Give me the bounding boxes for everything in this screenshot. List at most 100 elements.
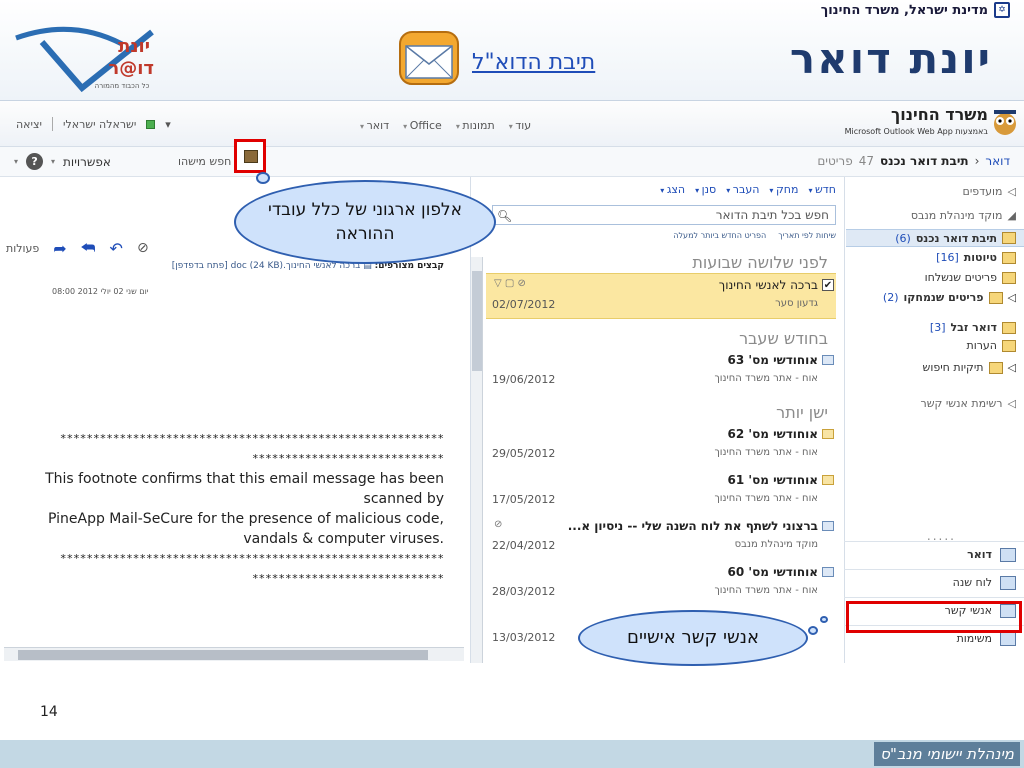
nav-search-folders[interactable]: ◁ תיקיות חיפוש (923, 361, 1016, 374)
message-subject: אוחודשי מס' 60 (727, 565, 818, 579)
mailbox-link[interactable]: תיבת הדוא"ל (472, 50, 595, 75)
nav-junk[interactable]: דואר זבל [3] (930, 321, 1016, 334)
slide-footer: מינהלת יישומי מנב"ס (0, 740, 1024, 768)
options-menu[interactable]: אפשרויות (63, 155, 111, 169)
message-row[interactable]: ✔ ברכה לאנשי החינוך גדעון סער 02/07/2012… (486, 273, 836, 319)
menu-office[interactable]: Office (403, 119, 442, 132)
owl-logo-icon (994, 110, 1016, 135)
logo-text-bottom: דו@ר (108, 58, 154, 79)
tasks-checklist-icon (1000, 631, 1016, 646)
horizontal-scrollbar[interactable] (4, 647, 464, 661)
view-button[interactable]: הצג (660, 183, 685, 196)
collapse-icon[interactable]: ◢ (1008, 209, 1016, 222)
mailbox-search-input[interactable]: חפש בכל תיבת הדואר 🔍︎ (492, 205, 836, 225)
owa-app-name: Microsoft Outlook Web App באמצעות (844, 127, 988, 136)
search-people-input[interactable]: חפש מישהו (178, 155, 231, 168)
attachment-flag-icon[interactable]: ⊘ ▢ ▽ (494, 278, 526, 289)
nav-mailbox-group[interactable]: ◢ מוקד מינהלת מנבס (911, 209, 1016, 222)
menu-mail[interactable]: דואר (360, 119, 390, 132)
nav-contact-list[interactable]: ◁ רשימת אנשי קשר (921, 397, 1016, 410)
message-row[interactable]: ברצוני לשתף את לוח השנה שלי -- ניסיון א.… (486, 515, 836, 561)
message-sender: אוח - אתר משרד החינוך (714, 493, 818, 504)
message-sender: אוח - אתר משרד החינוך (714, 447, 818, 458)
message-unread-icon (822, 475, 834, 485)
message-date: 28/03/2012 (492, 585, 556, 598)
options-chevron-icon[interactable]: ▾ (51, 157, 55, 166)
presence-status-icon[interactable] (146, 119, 156, 129)
help-chevron-icon[interactable]: ▾ (14, 157, 18, 166)
tab-calendar[interactable]: לוח שנה (844, 569, 1024, 595)
address-book-callout: אלפון ארגוני של כלל עובדי ההוראה (234, 180, 496, 264)
actions-menu[interactable]: פעולות (6, 242, 39, 255)
address-book-button[interactable] (234, 139, 266, 173)
nav-sent[interactable]: פריטים שנשלחו (925, 271, 1016, 284)
message-row[interactable]: אוחודשי מס' 63 אוח - אתר משרד החינוך 19/… (486, 349, 836, 395)
help-icon[interactable]: ? (26, 153, 44, 170)
list-toolbar: חדש מחק העבר סנן הצג (660, 183, 836, 196)
message-date: 13/03/2012 (492, 631, 556, 644)
sort-by[interactable]: שיחות לפי תאריך (778, 231, 836, 240)
move-button[interactable]: העבר (726, 183, 760, 196)
nav-notes[interactable]: הערות (966, 339, 1016, 352)
inbox-folder-icon (1002, 232, 1016, 244)
reply-all-icon[interactable]: ⮪ (81, 238, 96, 258)
forward-icon[interactable]: ➦ (53, 239, 66, 258)
scroll-thumb[interactable] (472, 271, 482, 371)
search-icon[interactable]: 🔍︎ (497, 207, 512, 225)
owa-top-bar: משרד החינוך Microsoft Outlook Web App בא… (0, 101, 1024, 147)
message-read-icon (822, 355, 834, 365)
message-row[interactable]: אוחודשי מס' 60 אוח - אתר משרד החינוך 28/… (486, 561, 836, 607)
nav-favorites[interactable]: ◁ מועדפים (963, 185, 1016, 198)
message-row[interactable]: אוחודשי מס' 61 אוח - אתר משרד החינוך 17/… (486, 469, 836, 515)
attachment-icon: ⊘ (494, 519, 503, 530)
filter-button[interactable]: סנן (695, 183, 717, 196)
calendar-share-icon (822, 521, 834, 531)
paperclip-icon[interactable]: ⊘ (137, 240, 149, 256)
nav-drafts[interactable]: טיוטות [16] (936, 251, 1016, 264)
government-line: ✡ מדינת ישראל, משרד החינוך (821, 2, 1010, 18)
menu-more[interactable]: עוד (509, 119, 531, 132)
search-folder-icon (988, 361, 1003, 374)
user-name[interactable]: ישראלה ישראלי (63, 118, 136, 131)
sort-order[interactable]: הפריט החדש ביותר למעלה (673, 231, 766, 240)
calendar-icon (1000, 575, 1016, 590)
contacts-callout: אנשי קשר אישיים (578, 610, 808, 666)
message-sender: אוח - אתר משרד החינוך (714, 373, 818, 384)
expand-icon[interactable]: ◁ (1008, 185, 1016, 198)
delete-button[interactable]: מחק (769, 183, 798, 196)
group-heading: ישן יותר (776, 403, 828, 422)
slide-title: יונת דואר (789, 34, 992, 83)
separator-line: ****************************************… (59, 432, 444, 445)
envelope-icon (399, 31, 459, 85)
deleted-folder-icon (988, 291, 1003, 304)
owa-ministry-name: משרד החינוך (891, 105, 988, 124)
scroll-thumb[interactable] (18, 650, 428, 660)
logo-text-top: יונת (118, 36, 150, 57)
item-count: 47 (858, 154, 874, 168)
message-body: ***************************** ***********… (40, 429, 444, 589)
expand-icon[interactable]: ◁ (1008, 361, 1016, 374)
message-subject: אוחודשי מס' 62 (727, 427, 818, 441)
new-button[interactable]: חדש (808, 183, 836, 196)
message-subject: ברכה לאנשי החינוך (718, 278, 818, 292)
notes-folder-icon (1002, 339, 1016, 352)
reply-icon[interactable]: ↶ (110, 239, 123, 258)
callout-tail (820, 616, 828, 623)
tab-mail[interactable]: דואר (844, 541, 1024, 567)
user-menu-chevron-icon[interactable]: ▾ (165, 118, 171, 131)
nav-deleted[interactable]: ◁ פריטים שנמחקו (2) (883, 291, 1016, 304)
separator-line: ***************************** (251, 572, 444, 585)
contacts-tab-highlight (846, 601, 1022, 633)
breadcrumb-root[interactable]: דואר (985, 154, 1010, 168)
menu-photos[interactable]: תמונות (456, 119, 494, 132)
checkbox-checked-icon[interactable]: ✔ (822, 279, 834, 291)
nav-inbox[interactable]: תיבת דואר נכנס (6) (846, 229, 1024, 247)
expand-icon[interactable]: ◁ (1008, 291, 1016, 304)
open-in-browser-link[interactable]: [פתח בדפדפן] (172, 261, 228, 271)
message-row[interactable]: אוחודשי מס' 62 אוח - אתר משרד החינוך 29/… (486, 423, 836, 469)
callout-tail (808, 626, 818, 635)
expand-icon[interactable]: ◁ (1008, 397, 1016, 410)
signout-link[interactable]: יציאה (16, 118, 42, 131)
outlook-web-app-window: משרד החינוך Microsoft Outlook Web App בא… (0, 100, 1024, 663)
list-scrollbar[interactable] (471, 257, 483, 663)
